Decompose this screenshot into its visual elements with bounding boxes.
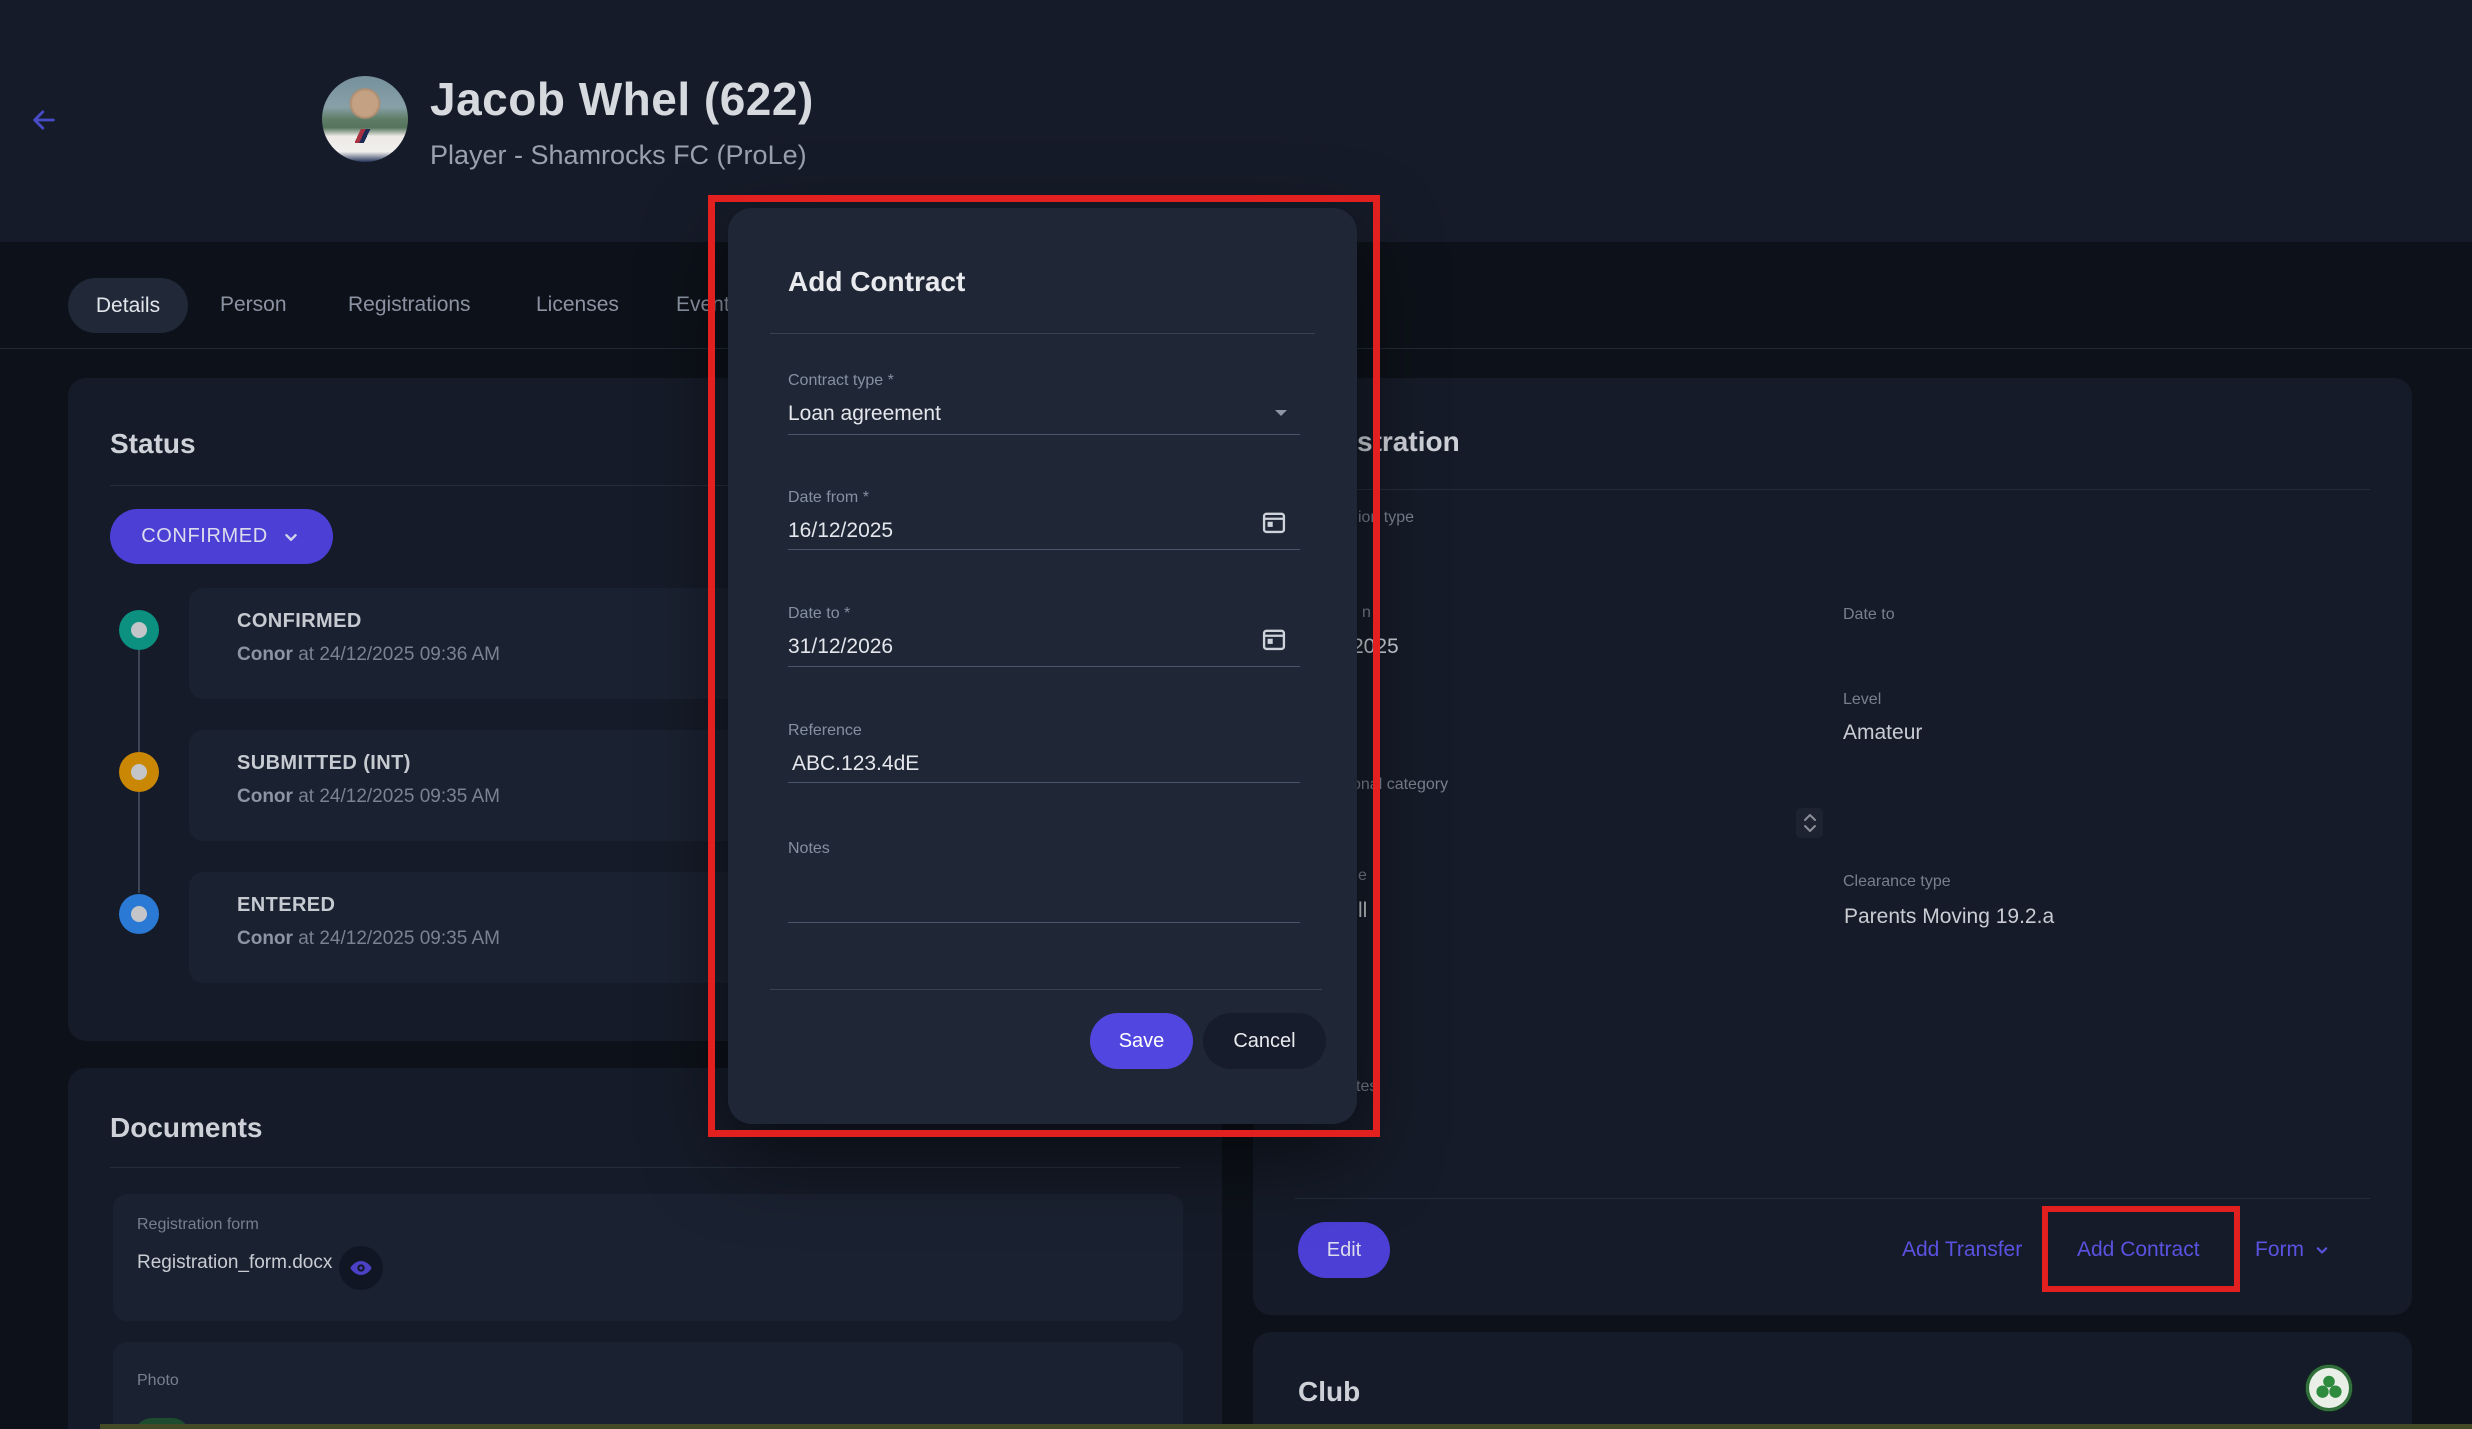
timeline-dot-submitted — [119, 752, 159, 792]
timeline-dot-confirmed — [119, 610, 159, 650]
notes-label: Notes — [788, 840, 830, 858]
input-underline — [788, 666, 1300, 667]
input-underline — [788, 434, 1300, 435]
save-button[interactable]: Save — [1090, 1013, 1193, 1069]
contract-type-select[interactable]: Loan agreement — [788, 402, 941, 426]
document-filename: Registration_form.docx — [137, 1252, 332, 1274]
timeline-meta: Conor at 24/12/2025 09:35 AM — [237, 928, 500, 950]
cancel-button[interactable]: Cancel — [1203, 1013, 1326, 1069]
document-item-registration-form: Registration form Registration_form.docx — [113, 1194, 1183, 1321]
bottom-window-edge — [100, 1424, 2472, 1429]
add-transfer-link[interactable]: Add Transfer — [1902, 1238, 2022, 1262]
level-label: Level — [1843, 691, 1881, 709]
dialog-title: Add Contract — [788, 266, 965, 298]
club-card: Club — [1253, 1332, 2412, 1429]
divider — [770, 989, 1322, 990]
divider — [770, 333, 1315, 334]
category-label-fragment: onal category — [1352, 776, 1448, 794]
caret-down-icon[interactable] — [1272, 406, 1290, 420]
tab-registrations[interactable]: Registrations — [348, 293, 471, 317]
date-from-input[interactable]: 16/12/2025 — [788, 519, 893, 543]
contract-type-label: Contract type * — [788, 372, 894, 390]
tab-label: Person — [220, 293, 287, 316]
add-contract-dialog: Add Contract Contract type * Loan agreem… — [728, 208, 1357, 1124]
notes-label-fragment: tes — [1356, 1078, 1377, 1096]
arrow-left-icon — [30, 106, 58, 134]
timeline-status: SUBMITTED (INT) — [237, 752, 411, 775]
divider — [110, 1167, 1180, 1168]
level-value: Amateur — [1843, 721, 1922, 745]
club-heading: Club — [1298, 1376, 1360, 1408]
edit-button-label: Edit — [1327, 1239, 1361, 1262]
tab-person[interactable]: Person — [220, 293, 287, 317]
form-dropdown-link[interactable]: Form — [2255, 1238, 2332, 1262]
timeline-meta-text: at 24/12/2025 09:36 AM — [293, 644, 500, 665]
input-underline — [788, 549, 1300, 550]
document-label: Registration form — [137, 1216, 259, 1234]
calendar-icon[interactable] — [1260, 625, 1288, 653]
add-contract-label: Add Contract — [2077, 1238, 2200, 1262]
row4-label-fragment: e — [1358, 867, 1367, 885]
club-logo — [2306, 1365, 2352, 1411]
date-from-label-fragment: n — [1362, 604, 1371, 622]
save-button-label: Save — [1119, 1030, 1165, 1053]
timeline-meta-text: at 24/12/2025 09:35 AM — [293, 786, 500, 807]
registration-type-label-fragment: ion type — [1358, 509, 1414, 527]
date-to-input[interactable]: 31/12/2026 — [788, 635, 893, 659]
timeline-user: Conor — [237, 928, 293, 949]
cancel-button-label: Cancel — [1233, 1030, 1295, 1053]
reference-input[interactable]: ABC.123.4dE — [792, 752, 919, 776]
registration-heading-fragment: stration — [1357, 426, 1460, 458]
date-to-label: Date to — [1843, 606, 1895, 624]
tab-label: Licenses — [536, 293, 619, 316]
timeline-user: Conor — [237, 786, 293, 807]
chevron-down-icon — [280, 526, 302, 548]
unfold-more-icon — [1801, 812, 1819, 834]
timeline-meta: Conor at 24/12/2025 09:36 AM — [237, 644, 500, 666]
documents-heading: Documents — [110, 1112, 262, 1144]
chevron-down-icon — [2312, 1240, 2332, 1260]
timeline-meta-text: at 24/12/2025 09:35 AM — [293, 928, 500, 949]
date-from-value-fragment: 2025 — [1352, 635, 1399, 659]
reference-label: Reference — [788, 722, 862, 740]
input-underline — [788, 922, 1300, 923]
avatar — [322, 76, 408, 162]
page-header: Jacob Whel (622) Player - Shamrocks FC (… — [0, 0, 2472, 242]
timeline-status: ENTERED — [237, 894, 335, 917]
status-dropdown-label: CONFIRMED — [141, 525, 268, 548]
tab-label: Details — [96, 294, 160, 318]
add-contract-link[interactable]: Add Contract — [2077, 1238, 2200, 1262]
form-dropdown-label: Form — [2255, 1238, 2304, 1262]
category-stepper[interactable] — [1796, 808, 1823, 838]
status-dropdown-button[interactable]: CONFIRMED — [110, 509, 333, 564]
page-subtitle: Player - Shamrocks FC (ProLe) — [430, 140, 807, 171]
row4-value-fragment: ll — [1358, 899, 1367, 923]
timeline-user: Conor — [237, 644, 293, 665]
tab-label: Registrations — [348, 293, 471, 316]
player-profile-screen: Jacob Whel (622) Player - Shamrocks FC (… — [0, 0, 2472, 1429]
timeline-status: CONFIRMED — [237, 610, 362, 633]
add-transfer-label: Add Transfer — [1902, 1238, 2022, 1262]
tab-details[interactable]: Details — [68, 278, 188, 333]
page-title: Jacob Whel (622) — [430, 72, 814, 126]
clearance-type-value: Parents Moving 19.2.a — [1844, 905, 2054, 929]
timeline-meta: Conor at 24/12/2025 09:35 AM — [237, 786, 500, 808]
document-item-photo: Photo — [113, 1342, 1183, 1429]
timeline-dot-entered — [119, 894, 159, 934]
view-document-button[interactable] — [339, 1246, 383, 1290]
eye-icon — [348, 1255, 374, 1281]
divider — [1295, 489, 2370, 490]
back-button[interactable] — [30, 106, 58, 134]
clearance-type-label: Clearance type — [1843, 873, 1951, 891]
document-label: Photo — [137, 1372, 179, 1390]
date-from-label: Date from * — [788, 489, 869, 507]
status-heading: Status — [110, 428, 196, 460]
edit-button[interactable]: Edit — [1298, 1222, 1390, 1278]
date-to-label: Date to * — [788, 605, 850, 623]
divider — [1295, 1198, 2370, 1199]
tab-licenses[interactable]: Licenses — [536, 293, 619, 317]
input-underline — [788, 782, 1300, 783]
registration-card: stration ion type n 2025 onal category e… — [1253, 378, 2412, 1315]
calendar-icon[interactable] — [1260, 508, 1288, 536]
